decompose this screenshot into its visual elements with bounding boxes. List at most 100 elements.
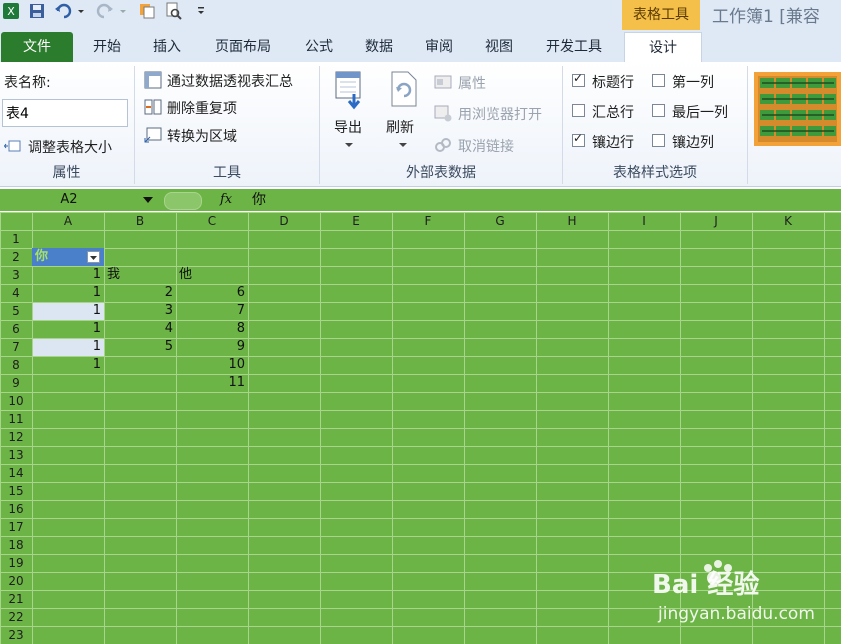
first-column-checkbox[interactable]	[652, 74, 665, 87]
group-label-properties: 属性	[52, 165, 81, 181]
row-header-17[interactable]: 17	[0, 518, 32, 536]
redo-dropdown-icon[interactable]	[118, 2, 128, 20]
row-header-5[interactable]: 5	[0, 302, 32, 320]
tab-review[interactable]: 审阅	[414, 32, 464, 62]
row-header-21[interactable]: 21	[0, 590, 32, 608]
column-header-d[interactable]: D	[248, 212, 320, 230]
filter-dropdown-button[interactable]	[87, 251, 100, 263]
cell-c4[interactable]: 6	[177, 284, 245, 302]
export-button[interactable]: 导出	[334, 117, 362, 137]
header-row-label: 标题行	[592, 75, 634, 91]
print-preview-icon[interactable]	[164, 2, 182, 20]
row-header-4[interactable]: 4	[0, 284, 32, 302]
cell-a8[interactable]: 1	[33, 356, 101, 374]
column-header-h[interactable]: H	[536, 212, 608, 230]
name-box[interactable]: A2	[0, 190, 138, 210]
cell-a7[interactable]: 1	[33, 338, 101, 356]
row-header-10[interactable]: 10	[0, 392, 32, 410]
cell-c8[interactable]: 10	[177, 356, 245, 374]
column-header-c[interactable]: C	[176, 212, 248, 230]
row-header-19[interactable]: 19	[0, 554, 32, 572]
formula-input[interactable]: 你	[252, 190, 266, 210]
column-header-a[interactable]: A	[32, 212, 104, 230]
undo-icon[interactable]	[54, 2, 72, 20]
resize-table-button[interactable]: 调整表格大小	[28, 137, 112, 157]
row-header-18[interactable]: 18	[0, 536, 32, 554]
tab-developer[interactable]: 开发工具	[534, 32, 614, 62]
remove-duplicates-button[interactable]: 删除重复项	[167, 98, 237, 118]
column-header-k[interactable]: K	[752, 212, 824, 230]
column-header-b[interactable]: B	[104, 212, 176, 230]
row-header-20[interactable]: 20	[0, 572, 32, 590]
cell-c7[interactable]: 9	[177, 338, 245, 356]
row-header-16[interactable]: 16	[0, 500, 32, 518]
unlink-icon	[435, 138, 451, 152]
open-in-browser-button[interactable]: 用浏览器打开	[458, 104, 542, 124]
name-box-dropdown-icon[interactable]	[142, 195, 154, 205]
row-header-13[interactable]: 13	[0, 446, 32, 464]
row-header-9[interactable]: 9	[0, 374, 32, 392]
table-style-swatch[interactable]	[754, 72, 841, 146]
row-header-11[interactable]: 11	[0, 410, 32, 428]
row-header-22[interactable]: 22	[0, 608, 32, 626]
excel-logo-icon[interactable]: X	[2, 2, 20, 20]
refresh-button[interactable]: 刷新	[386, 117, 414, 137]
column-header-e[interactable]: E	[320, 212, 392, 230]
pivot-summary-button[interactable]: 通过数据透视表汇总	[167, 71, 293, 91]
cell-a5[interactable]: 1	[33, 302, 101, 320]
tab-design[interactable]: 设计	[624, 32, 702, 63]
cell-b7[interactable]: 5	[105, 338, 173, 356]
cell-b3[interactable]: 我	[105, 266, 175, 284]
total-row-checkbox[interactable]	[572, 104, 585, 117]
tab-view[interactable]: 视图	[474, 32, 524, 62]
properties-button[interactable]: 属性	[458, 73, 486, 93]
cell-c6[interactable]: 8	[177, 320, 245, 338]
row-header-3[interactable]: 3	[0, 266, 32, 284]
cell-a4[interactable]: 1	[33, 284, 101, 302]
column-header-j[interactable]: J	[680, 212, 752, 230]
cell-a3[interactable]: 1	[33, 266, 101, 284]
row-header-14[interactable]: 14	[0, 464, 32, 482]
tab-insert[interactable]: 插入	[142, 32, 192, 62]
save-icon[interactable]	[28, 2, 46, 20]
formula-bar-expander[interactable]	[164, 192, 202, 210]
column-header-g[interactable]: G	[464, 212, 536, 230]
header-row-checkbox[interactable]	[572, 71, 585, 87]
column-header-f[interactable]: F	[392, 212, 464, 230]
last-column-checkbox[interactable]	[652, 104, 665, 117]
cell-c3[interactable]: 他	[177, 266, 247, 284]
row-header-15[interactable]: 15	[0, 482, 32, 500]
cell-b4[interactable]: 2	[105, 284, 173, 302]
cell-c9[interactable]: 11	[177, 374, 245, 392]
row-header-7[interactable]: 7	[0, 338, 32, 356]
banded-rows-checkbox[interactable]	[572, 131, 585, 147]
redo-icon[interactable]	[96, 2, 114, 20]
row-header-2[interactable]: 2	[0, 248, 32, 266]
cell-b6[interactable]: 4	[105, 320, 173, 338]
cell-a6[interactable]: 1	[33, 320, 101, 338]
tab-data[interactable]: 数据	[354, 32, 404, 62]
row-header-1[interactable]: 1	[0, 230, 32, 248]
tab-file[interactable]: 文件	[1, 32, 73, 62]
cell-b5[interactable]: 3	[105, 302, 173, 320]
cell-c5[interactable]: 7	[177, 302, 245, 320]
tab-formulas[interactable]: 公式	[294, 32, 344, 62]
tab-home[interactable]: 开始	[82, 32, 132, 62]
export-dropdown-icon[interactable]	[344, 140, 354, 150]
row-header-12[interactable]: 12	[0, 428, 32, 446]
row-header-23[interactable]: 23	[0, 626, 32, 644]
table-name-input[interactable]	[2, 99, 128, 127]
tab-page-layout[interactable]: 页面布局	[204, 32, 282, 62]
undo-dropdown-icon[interactable]	[76, 2, 86, 20]
convert-to-range-button[interactable]: 转换为区域	[167, 126, 237, 146]
row-header-6[interactable]: 6	[0, 320, 32, 338]
row-header-8[interactable]: 8	[0, 356, 32, 374]
unlink-button[interactable]: 取消链接	[458, 136, 514, 156]
refresh-dropdown-icon[interactable]	[398, 140, 408, 150]
customize-icon[interactable]	[196, 2, 206, 20]
copy-icon[interactable]	[138, 2, 156, 20]
insert-function-button[interactable]: fx	[220, 190, 232, 210]
banded-columns-checkbox[interactable]	[652, 134, 665, 147]
group-separator	[747, 66, 748, 184]
column-header-i[interactable]: I	[608, 212, 680, 230]
